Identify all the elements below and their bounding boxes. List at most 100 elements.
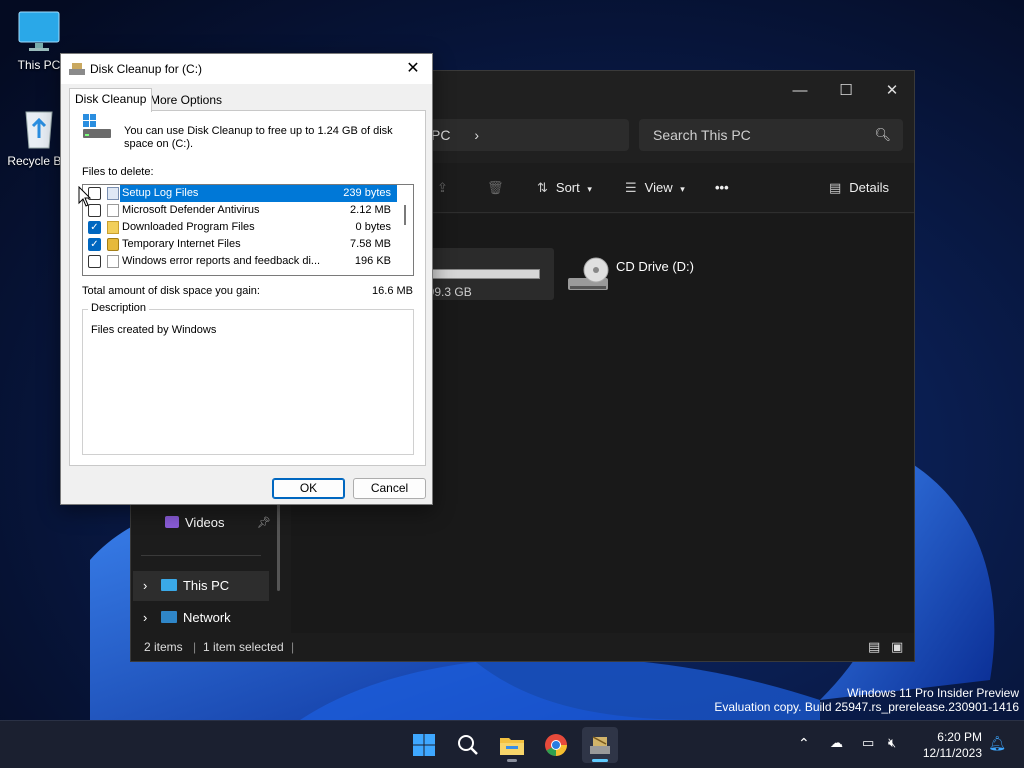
cd-drive-tile[interactable]: CD Drive (D:) xyxy=(566,254,716,294)
file-explorer-icon xyxy=(500,738,524,755)
network-icon xyxy=(160,611,177,623)
drive-usage-bar xyxy=(421,269,540,279)
taskbar-clock[interactable]: 6:20 PM 12/11/2023 xyxy=(923,729,982,761)
taskbar-disk-cleanup[interactable] xyxy=(582,727,618,763)
close-button[interactable]: ✕ xyxy=(400,57,426,81)
checkbox[interactable]: ✓ xyxy=(88,238,101,251)
more-options-button[interactable]: ••• xyxy=(715,177,729,199)
tiles-view-icon[interactable]: ▣ xyxy=(891,633,903,661)
taskbar: ⌃ ☁︎ ▭ 🔇︎ 6:20 PM 12/11/2023 🔔︎ xyxy=(0,720,1024,768)
document-icon xyxy=(107,187,119,200)
view-icon: ☰ xyxy=(625,180,637,195)
search-input[interactable]: Search This PC 🔍︎ xyxy=(639,119,903,151)
details-pane-button[interactable]: ▤ Details xyxy=(829,177,889,199)
list-item[interactable]: ✓ Downloaded Program Files 0 bytes xyxy=(83,219,397,236)
nav-label: This PC xyxy=(182,578,230,593)
mouse-cursor-icon xyxy=(78,186,92,207)
disk-cleanup-panel: You can use Disk Cleanup to free up to 1… xyxy=(69,110,426,466)
close-button[interactable]: ✕ xyxy=(875,77,909,105)
details-label: Details xyxy=(849,180,890,195)
drive-usage-fill xyxy=(422,270,522,278)
nav-item-network[interactable]: › Network xyxy=(133,603,269,633)
volume-muted-icon[interactable]: 🔇︎ xyxy=(888,735,896,751)
chevron-up-icon[interactable]: ⌃ xyxy=(798,735,810,752)
address-bar[interactable]: PC › xyxy=(421,119,629,151)
checkbox[interactable]: ✓ xyxy=(88,221,101,234)
notification-bell-icon[interactable]: 🔔︎ xyxy=(988,735,1006,752)
system-tray: ⌃ ☁︎ ▭ 🔇︎ xyxy=(792,721,912,768)
file-name: Microsoft Defender Antivirus xyxy=(122,204,260,216)
nav-scrollbar[interactable] xyxy=(277,501,280,591)
share-button[interactable]: ⇪ xyxy=(437,177,448,199)
list-item[interactable]: Setup Log Files 239 bytes xyxy=(83,185,397,202)
windows-watermark: Windows 11 Pro Insider Preview Evaluatio… xyxy=(714,686,1019,714)
clock-time: 6:20 PM xyxy=(937,730,982,744)
delete-button[interactable]: 🗑︎ xyxy=(487,177,504,199)
nav-divider xyxy=(141,555,261,556)
chrome-icon xyxy=(545,734,567,756)
recycle-bin-icon xyxy=(17,106,61,150)
cd-drive-label: CD Drive (D:) xyxy=(616,259,694,274)
chevron-right-icon: › xyxy=(143,610,148,625)
maximize-button[interactable]: ☐ xyxy=(829,77,863,105)
list-item[interactable]: Microsoft Defender Antivirus 2.12 MB xyxy=(83,202,397,219)
cancel-button[interactable]: Cancel xyxy=(353,478,426,499)
details-view-icon[interactable]: ▤ xyxy=(868,633,880,661)
tab-disk-cleanup[interactable]: Disk Cleanup xyxy=(69,88,153,112)
file-name: Setup Log Files xyxy=(122,187,199,199)
dialog-titlebar[interactable]: Disk Cleanup for (C:) ✕ xyxy=(61,54,432,84)
tab-more-options[interactable]: More Options xyxy=(145,90,227,112)
scrollbar-thumb[interactable] xyxy=(404,205,406,225)
file-size: 196 KB xyxy=(354,255,391,267)
file-size: 2.12 MB xyxy=(350,204,391,216)
file-size: 0 bytes xyxy=(355,221,391,233)
list-item[interactable]: ✓ Temporary Internet Files 7.58 MB xyxy=(83,236,397,253)
chevron-down-icon: ▾ xyxy=(680,184,685,194)
network-offline-icon[interactable]: ☁︎ xyxy=(830,735,843,751)
minimize-button[interactable]: — xyxy=(783,77,817,105)
windows-start-icon xyxy=(413,734,435,756)
search-icon xyxy=(458,735,478,755)
chevron-right-icon: › xyxy=(474,127,480,143)
chevron-right-icon: › xyxy=(143,578,148,593)
ok-button[interactable]: OK xyxy=(272,478,345,499)
view-label: View xyxy=(644,180,673,195)
item-count: 2 items xyxy=(144,640,183,654)
sort-button[interactable]: ⇅ Sort ▾ xyxy=(537,177,592,199)
intro-text: You can use Disk Cleanup to free up to 1… xyxy=(124,125,393,150)
watermark-line-2: Evaluation copy. Build 25947.rs_prerelea… xyxy=(714,700,1019,714)
files-list[interactable]: Setup Log Files 239 bytes Microsoft Defe… xyxy=(82,184,414,276)
nav-label: Network xyxy=(182,610,231,625)
taskbar-search-button[interactable] xyxy=(450,727,486,763)
search-icon: 🔍︎ xyxy=(874,127,891,142)
breadcrumb-item[interactable]: PC xyxy=(431,127,450,143)
checkbox[interactable] xyxy=(88,255,101,268)
running-indicator xyxy=(592,759,608,762)
view-button[interactable]: ☰ View ▾ xyxy=(625,177,685,199)
start-button[interactable] xyxy=(406,727,442,763)
videos-folder-icon xyxy=(165,516,179,528)
selected-count: 1 item selected xyxy=(203,640,284,654)
taskbar-chrome[interactable] xyxy=(538,727,574,763)
list-item[interactable]: Windows error reports and feedback di...… xyxy=(83,253,397,270)
status-bar: 2 items | 1 item selected | ▤ ▣ xyxy=(131,633,914,661)
monitor-icon xyxy=(17,10,61,54)
desktop-icon-label: This PC xyxy=(17,58,61,72)
details-pane-icon: ▤ xyxy=(829,180,842,195)
nav-item-this-pc[interactable]: › This PC xyxy=(133,571,269,601)
file-size: 7.58 MB xyxy=(350,238,391,250)
total-space-value: 16.6 MB xyxy=(372,285,413,297)
drive-icon xyxy=(83,114,111,138)
clock-date: 12/11/2023 xyxy=(922,746,982,760)
folder-icon xyxy=(107,221,119,234)
file-name: Temporary Internet Files xyxy=(122,238,241,250)
nav-item-videos[interactable]: Videos 📌︎ xyxy=(165,508,275,538)
file-name: Downloaded Program Files xyxy=(122,221,255,233)
cd-drive-icon xyxy=(568,257,609,290)
sort-label: Sort xyxy=(555,180,580,195)
list-scrollbar[interactable] xyxy=(397,185,413,275)
taskbar-file-explorer[interactable] xyxy=(494,727,530,763)
display-icon[interactable]: ▭ xyxy=(862,735,874,751)
status-divider: | xyxy=(291,640,295,654)
lock-icon xyxy=(107,238,119,251)
